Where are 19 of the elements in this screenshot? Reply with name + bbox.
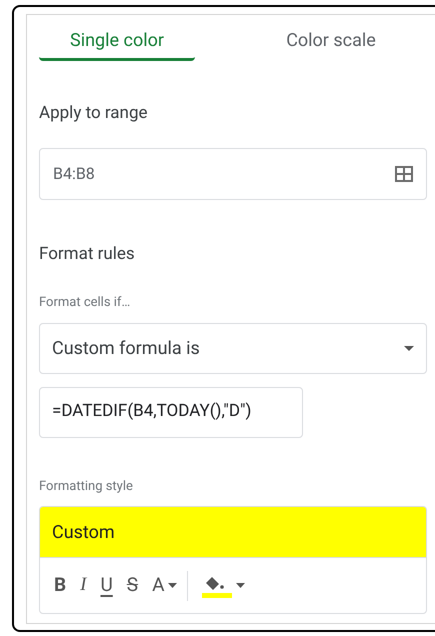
text-color-button[interactable]: A [152, 570, 188, 600]
italic-button[interactable]: I [80, 570, 86, 600]
underline-button[interactable]: U [100, 570, 113, 600]
formula-field[interactable]: =DATEDIF(B4,TODAY(),"D") [39, 386, 303, 438]
caret-icon [236, 583, 246, 588]
formatting-style-label: Formatting style [39, 478, 134, 496]
tab[interactable]: Single color [39, 27, 195, 61]
tab[interactable]: Color scale [235, 27, 427, 61]
condition-dropdown[interactable]: Custom formula is [39, 322, 427, 374]
caret-icon [168, 583, 178, 588]
range-field[interactable]: B4:B8 [39, 148, 427, 200]
format-rules-heading: Format rules [39, 242, 136, 266]
strikethrough-button[interactable]: S [126, 570, 138, 600]
style-preview: Custom [40, 507, 426, 557]
caret-icon [404, 346, 414, 350]
bold-button[interactable]: B [54, 570, 66, 600]
grid-icon[interactable] [395, 166, 413, 182]
apply-to-range-heading: Apply to range [39, 102, 149, 125]
format-cells-if-label: Format cells if… [39, 294, 132, 312]
